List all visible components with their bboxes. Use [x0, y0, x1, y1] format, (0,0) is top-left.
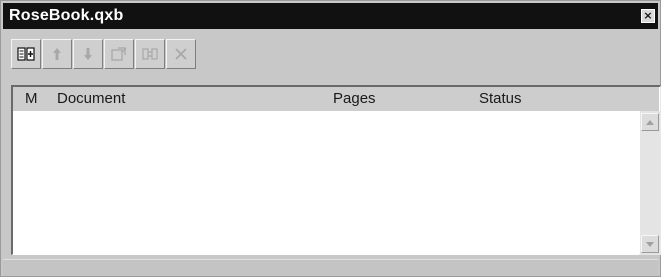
book-palette-window: RoseBook.qxb × M Document Pages Status: [0, 0, 661, 277]
status-bar: [3, 259, 658, 276]
open-document-icon: [111, 47, 127, 61]
vertical-scrollbar[interactable]: [640, 111, 660, 255]
move-down-arrow-icon: [84, 48, 92, 60]
toolbar: [11, 39, 197, 71]
close-button[interactable]: ×: [641, 9, 655, 23]
remove-document-icon: [175, 48, 187, 60]
close-icon: ×: [643, 9, 653, 22]
synchronize-button[interactable]: [135, 39, 165, 69]
column-header-pages[interactable]: Pages: [333, 91, 376, 107]
add-document-icon: [17, 47, 35, 61]
list-body[interactable]: [13, 111, 639, 255]
move-up-arrow-icon: [53, 48, 61, 60]
scroll-up-button[interactable]: [641, 113, 659, 131]
scroll-up-arrow-icon: [646, 119, 654, 125]
column-header-status[interactable]: Status: [479, 91, 522, 107]
title-bar[interactable]: RoseBook.qxb ×: [3, 3, 658, 29]
window-title: RoseBook.qxb: [9, 7, 124, 24]
scroll-down-button[interactable]: [641, 235, 659, 253]
move-down-button[interactable]: [73, 39, 103, 69]
move-up-button[interactable]: [42, 39, 72, 69]
remove-document-button[interactable]: [166, 39, 196, 69]
add-document-button[interactable]: [11, 39, 41, 69]
scroll-down-arrow-icon: [646, 241, 654, 247]
column-header-document[interactable]: Document: [57, 91, 125, 107]
list-header: M Document Pages Status: [13, 87, 659, 111]
open-document-button[interactable]: [104, 39, 134, 69]
column-header-m[interactable]: M: [25, 91, 38, 107]
synchronize-icon: [142, 48, 158, 60]
document-list: M Document Pages Status: [11, 85, 661, 255]
